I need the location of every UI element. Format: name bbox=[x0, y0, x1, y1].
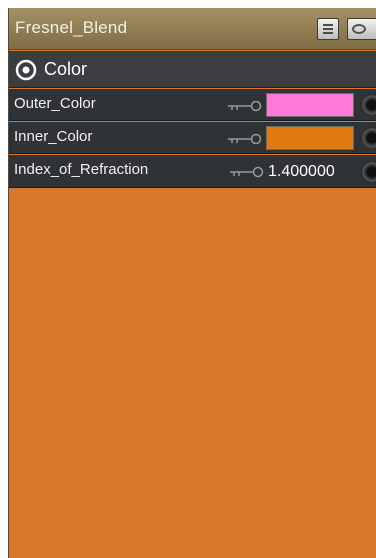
param-row-index-of-refraction: Index_of_Refraction 1.400000 bbox=[9, 155, 376, 188]
node-title-bar[interactable]: Fresnel_Blend bbox=[9, 8, 376, 50]
key-icon[interactable] bbox=[227, 100, 263, 112]
node-title: Fresnel_Blend bbox=[15, 18, 128, 37]
param-row-outer-color: Outer_Color bbox=[9, 89, 376, 121]
section-header-color[interactable]: Color bbox=[9, 51, 376, 88]
shader-node: Fresnel_Blend Color Outer_Color Inner_Co… bbox=[8, 8, 376, 558]
preview-toggle-button[interactable] bbox=[347, 18, 376, 40]
key-icon[interactable] bbox=[227, 133, 263, 145]
param-label: Index_of_Refraction bbox=[14, 161, 149, 178]
input-connector[interactable] bbox=[361, 94, 376, 116]
eye-icon bbox=[352, 24, 366, 34]
collapse-icon[interactable] bbox=[15, 59, 37, 81]
key-icon[interactable] bbox=[229, 166, 265, 178]
preview-area bbox=[9, 189, 376, 558]
param-row-inner-color: Inner_Color bbox=[9, 122, 376, 154]
outer-color-swatch[interactable] bbox=[266, 93, 354, 117]
param-label: Inner_Color bbox=[14, 128, 93, 145]
input-connector[interactable] bbox=[361, 161, 376, 183]
ior-value[interactable]: 1.400000 bbox=[268, 163, 335, 181]
param-label: Outer_Color bbox=[14, 95, 96, 112]
menu-button[interactable] bbox=[317, 18, 339, 40]
input-connector[interactable] bbox=[361, 127, 376, 149]
inner-color-swatch[interactable] bbox=[266, 126, 354, 150]
section-label: Color bbox=[44, 59, 88, 79]
